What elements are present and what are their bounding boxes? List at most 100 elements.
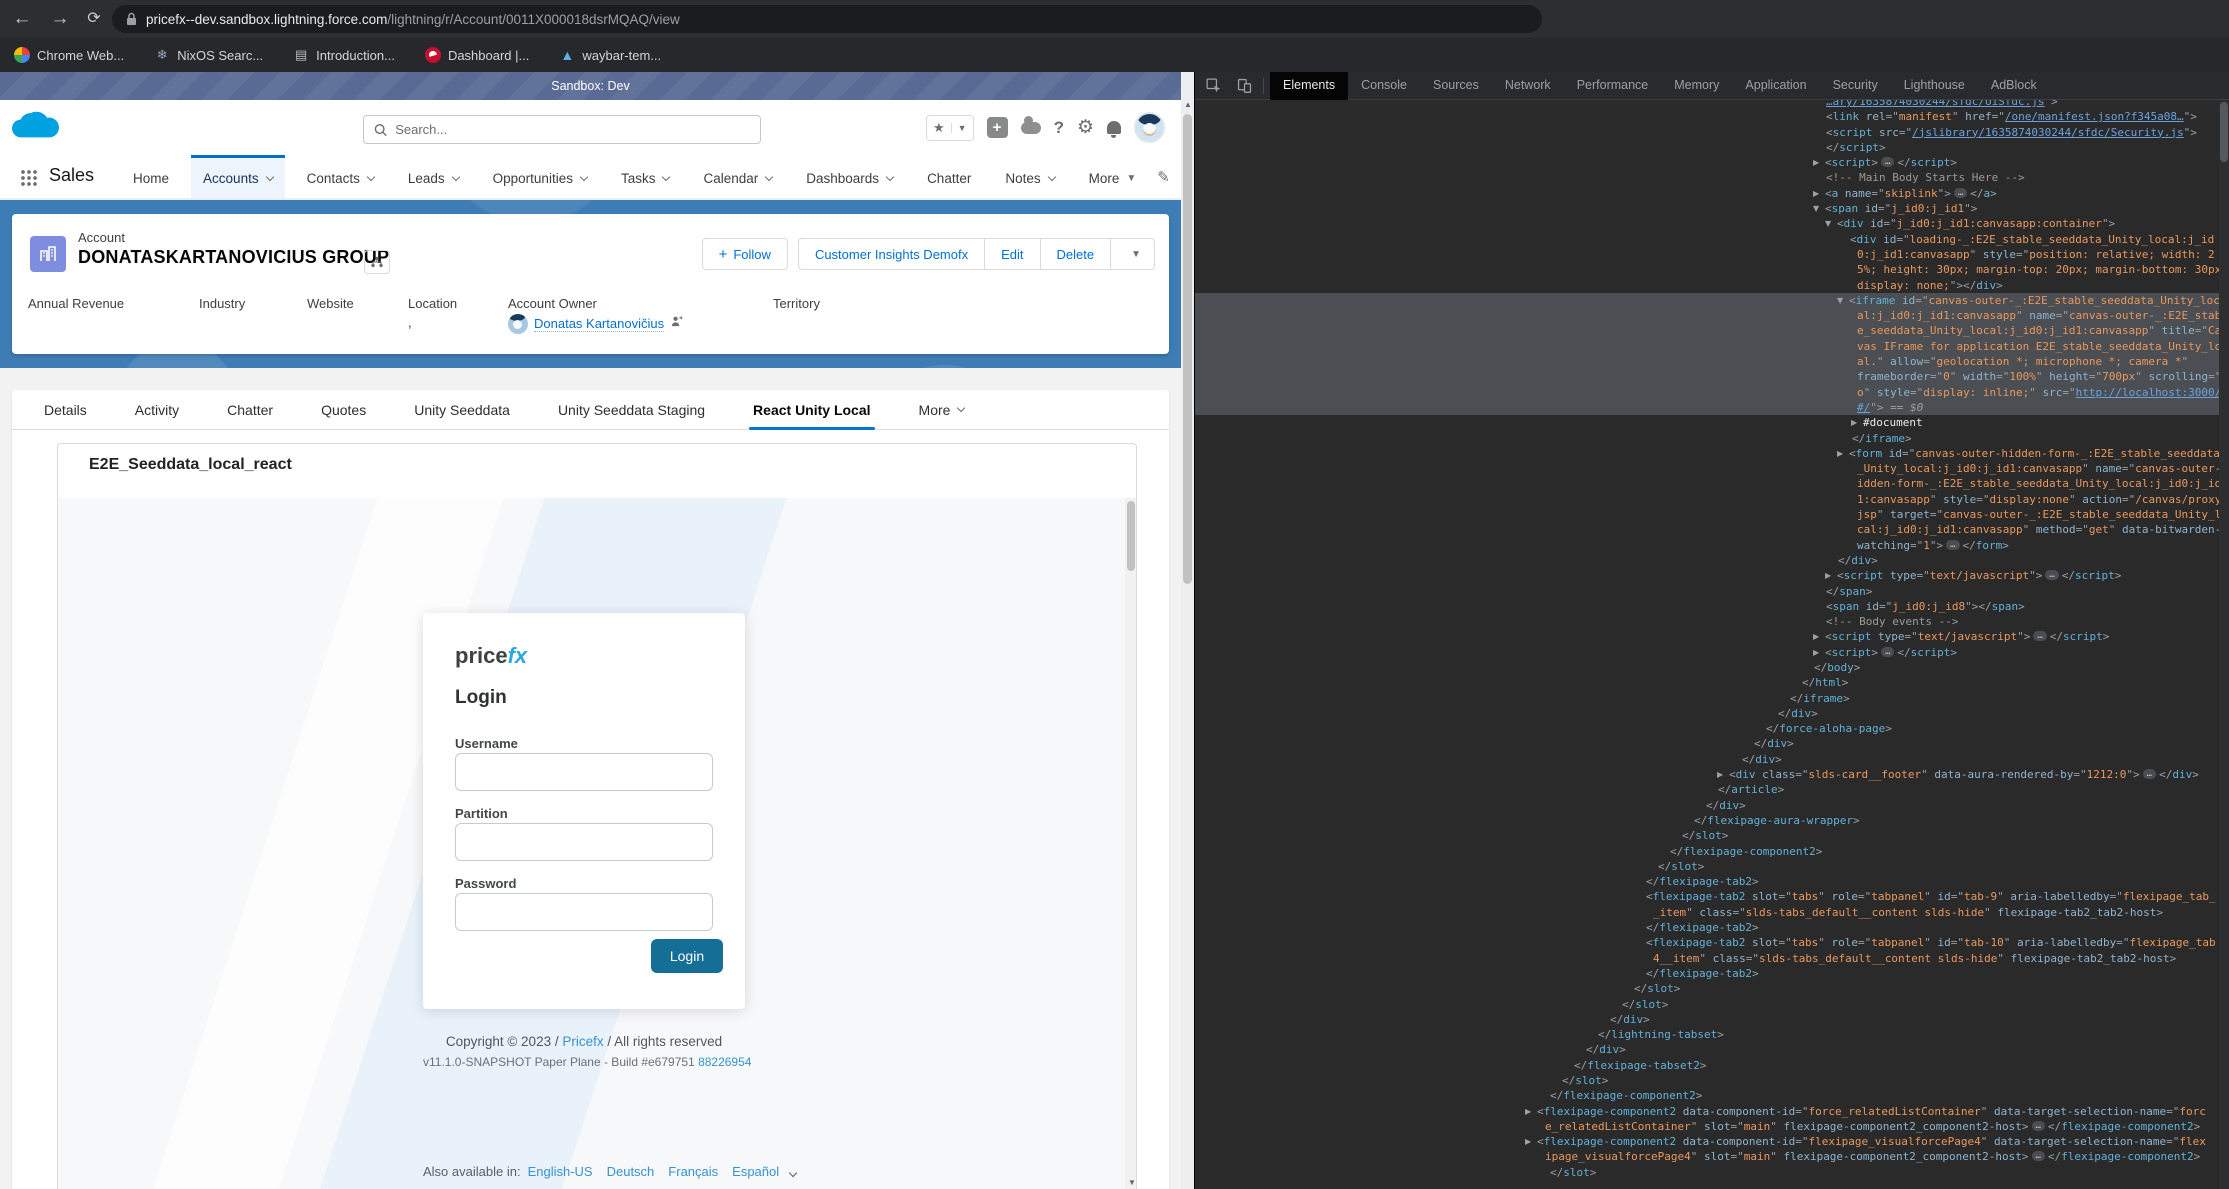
devtools-code-row[interactable]: </slot> bbox=[1195, 1073, 2229, 1088]
devtools-code-row[interactable]: jsp" target="canvas-outer-_:E2E_stable_s… bbox=[1195, 507, 2229, 522]
ellipsis-expander[interactable]: … bbox=[2031, 1151, 2045, 1162]
devtools-tab-lighthouse[interactable]: Lighthouse bbox=[1891, 72, 1978, 100]
devtools-code-row[interactable]: <span id="j_id0:j_id8"></span> bbox=[1195, 599, 2229, 614]
expand-arrow-icon[interactable]: ▶ bbox=[1525, 1134, 1537, 1149]
devtools-code-row[interactable]: </slot> bbox=[1195, 828, 2229, 843]
expand-arrow-icon[interactable]: ▶ bbox=[1717, 767, 1729, 782]
forward-icon[interactable]: → bbox=[46, 6, 74, 32]
devtools-code-row[interactable]: ▶ <script type="text/javascript">… </scrip… bbox=[1195, 629, 2229, 644]
nav-tab-more[interactable]: More ▼ bbox=[1077, 155, 1149, 198]
nav-tab-chatter[interactable]: Chatter bbox=[915, 155, 983, 198]
expand-arrow-icon[interactable]: ▼ bbox=[1813, 201, 1825, 216]
expand-arrow-icon[interactable]: ▶ bbox=[1837, 446, 1849, 461]
tab-quotes[interactable]: Quotes bbox=[321, 390, 366, 430]
expand-arrow-icon[interactable]: ▶ bbox=[1851, 415, 1863, 430]
devtools-code-row[interactable]: </flexipage-tab2> bbox=[1195, 966, 2229, 981]
devtools-code-row[interactable]: ▼ <span id="j_id0:j_id1"> bbox=[1195, 201, 2229, 216]
customer-insights-demofx-button[interactable]: Customer Insights Demofx bbox=[797, 238, 985, 270]
devtools-code-row[interactable]: </iframe> bbox=[1195, 431, 2229, 446]
login-button[interactable]: Login bbox=[651, 939, 723, 973]
devtools-code-row[interactable]: </article> bbox=[1195, 782, 2229, 797]
devtools-code-row[interactable]: <flexipage-tab2 slot="tabs" role="tabpan… bbox=[1195, 889, 2229, 904]
devtools-code-row[interactable]: ▶ <flexipage-component2 data-component-id… bbox=[1195, 1104, 2229, 1119]
devtools-tab-application[interactable]: Application bbox=[1732, 72, 1819, 100]
devtools-code-row[interactable]: vas IFrame for application E2E_stable_se… bbox=[1195, 338, 2229, 355]
search-input[interactable] bbox=[395, 122, 750, 137]
devtools-code-row[interactable]: </div> bbox=[1195, 1042, 2229, 1057]
devtools-code-row[interactable]: watching="1">… </form> bbox=[1195, 538, 2229, 553]
devtools-code-row[interactable]: 0:j_id1:canvasapp" style="position: rela… bbox=[1195, 247, 2229, 262]
devtools-code-row[interactable]: </force-aloha-page> bbox=[1195, 721, 2229, 736]
tab-activity[interactable]: Activity bbox=[135, 390, 179, 430]
scrollbar-thumb[interactable] bbox=[2220, 102, 2228, 162]
devtools-code-row[interactable]: </flexipage-component2> bbox=[1195, 1088, 2229, 1103]
devtools-code-row[interactable]: ▼ <div id="j_id0:j_id1:canvasapp:containe… bbox=[1195, 216, 2229, 231]
devtools-code-row[interactable]: </html> bbox=[1195, 675, 2229, 690]
reload-icon[interactable]: ⟳ bbox=[80, 6, 108, 32]
devtools-tab-security[interactable]: Security bbox=[1820, 72, 1891, 100]
devtools-tab-sources[interactable]: Sources bbox=[1420, 72, 1492, 100]
follow-button[interactable]: + Follow bbox=[701, 238, 788, 270]
chevron-down-icon[interactable] bbox=[788, 1168, 798, 1178]
devtools-code-row[interactable]: ▶ <script>… </script> bbox=[1195, 155, 2229, 170]
devtools-code-row[interactable]: ▶ <form id="canvas-outer-hidden-form-_:E2… bbox=[1195, 446, 2229, 461]
username-field[interactable] bbox=[455, 753, 713, 791]
devtools-code-row[interactable]: </flexipage-component2> bbox=[1195, 844, 2229, 859]
scrollbar-thumb[interactable] bbox=[1183, 114, 1192, 584]
nav-tab-leads[interactable]: Leads bbox=[396, 155, 471, 198]
devtools-code-row[interactable]: _item" class="slds-tabs_default__content… bbox=[1195, 905, 2229, 920]
devtools-code-row[interactable]: o" style="display: inline;" src="http://… bbox=[1195, 384, 2229, 400]
devtools-code-row[interactable]: _Unity_local:j_id0:j_id1:canvasapp" name… bbox=[1195, 461, 2229, 476]
tab-unity-seeddata[interactable]: Unity Seeddata bbox=[414, 390, 510, 430]
devtools-tab-adblock[interactable]: AdBlock bbox=[1978, 72, 2050, 100]
help-icon[interactable]: ? bbox=[1054, 119, 1064, 136]
devtools-code-row[interactable]: </div> bbox=[1195, 1012, 2229, 1027]
devtools-code-row[interactable]: ▶ <a name="skiplink">… </a> bbox=[1195, 186, 2229, 201]
expand-arrow-icon[interactable]: ▶ bbox=[1825, 568, 1837, 583]
star-icon[interactable]: ★ bbox=[927, 120, 951, 136]
devtools-code-row[interactable]: <!-- Body events --> bbox=[1195, 614, 2229, 629]
favorites-button[interactable]: ★ ▼ bbox=[925, 114, 974, 141]
expand-arrow-icon[interactable]: ▼ bbox=[1837, 293, 1849, 308]
owner-link[interactable]: Donatas Kartanovičius bbox=[534, 316, 665, 332]
devtools-code-row[interactable]: </div> bbox=[1195, 798, 2229, 813]
notifications-bell-icon[interactable] bbox=[1107, 121, 1121, 138]
user-avatar[interactable] bbox=[1134, 112, 1165, 143]
devtools-code-row[interactable]: ▼ <iframe id="canvas-outer-_:E2E_stable_s… bbox=[1195, 292, 2229, 309]
devtools-code-row[interactable]: al." allow="geolocation *; microphone *;… bbox=[1195, 354, 2229, 370]
devtools-code-row[interactable]: </flexipage-tab2> bbox=[1195, 920, 2229, 935]
language-link[interactable]: Español bbox=[732, 1164, 779, 1179]
devtools-code-row[interactable]: </span> bbox=[1195, 584, 2229, 599]
nav-tab-dashboards[interactable]: Dashboards bbox=[794, 155, 905, 198]
devtools-code-row[interactable]: </flexipage-tab2> bbox=[1195, 874, 2229, 889]
trailhead-icon[interactable] bbox=[1020, 115, 1041, 134]
tab-details[interactable]: Details bbox=[44, 390, 87, 430]
ellipsis-expander[interactable]: … bbox=[1881, 646, 1895, 657]
language-link[interactable]: English-US bbox=[528, 1164, 593, 1179]
devtools-code-row[interactable]: </iframe> bbox=[1195, 691, 2229, 706]
bookmark-item[interactable]: Dashboard |... bbox=[424, 47, 529, 63]
devtools-code-row[interactable]: </body> bbox=[1195, 660, 2229, 675]
ellipsis-expander[interactable]: … bbox=[1946, 539, 1960, 550]
devtools-code-row[interactable]: </div> bbox=[1195, 736, 2229, 751]
language-link[interactable]: Deutsch bbox=[607, 1164, 655, 1179]
devtools-tab-network[interactable]: Network bbox=[1492, 72, 1564, 100]
pricefx-link[interactable]: Pricefx bbox=[562, 1034, 603, 1049]
bookmark-item[interactable]: ▲ waybar-tem... bbox=[559, 47, 661, 63]
expand-arrow-icon[interactable]: ▶ bbox=[1813, 629, 1825, 644]
nav-tab-tasks[interactable]: Tasks bbox=[609, 155, 682, 198]
devtools-code-row[interactable]: <flexipage-tab2 slot="tabs" role="tabpan… bbox=[1195, 935, 2229, 950]
devtools-code-row[interactable]: </flexipage-tabset2> bbox=[1195, 1058, 2229, 1073]
nav-tab-accounts[interactable]: Accounts bbox=[191, 155, 285, 198]
devtools-code-row[interactable]: </slot> bbox=[1195, 1165, 2229, 1180]
devtools-code-row[interactable]: 5%; height: 30px; margin-top: 20px; marg… bbox=[1195, 262, 2229, 277]
nav-tab-notes[interactable]: Notes bbox=[993, 155, 1066, 198]
edit-button[interactable]: Edit bbox=[984, 238, 1040, 270]
expand-arrow-icon[interactable]: ▶ bbox=[1813, 155, 1825, 170]
devtools-code-row[interactable]: </slot> bbox=[1195, 997, 2229, 1012]
devtools-code-row[interactable]: cal:j_id0:j_id1:canvasapp" method="get" … bbox=[1195, 522, 2229, 537]
ellipsis-expander[interactable]: … bbox=[2033, 631, 2047, 642]
devtools-code-row[interactable]: </lightning-tabset> bbox=[1195, 1027, 2229, 1042]
address-bar[interactable]: pricefx--dev.sandbox.lightning.force.com… bbox=[112, 5, 1542, 33]
devtools-code-row[interactable]: </flexipage-aura-wrapper> bbox=[1195, 813, 2229, 828]
